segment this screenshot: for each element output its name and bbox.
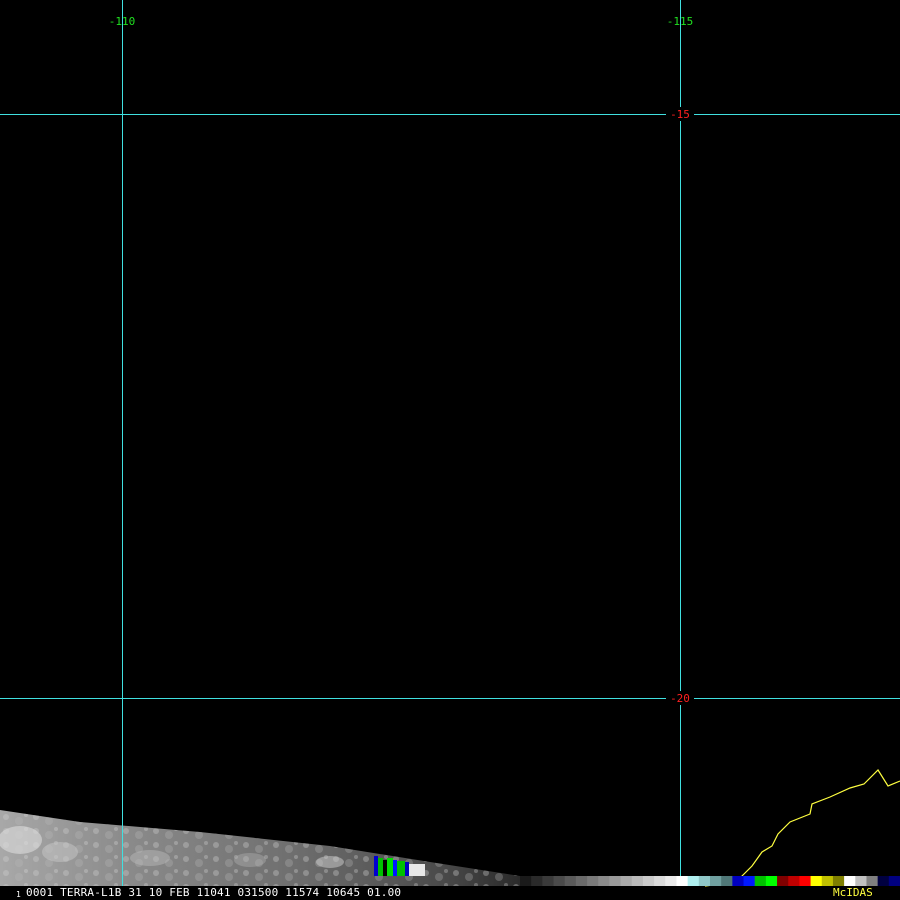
color-bar-segment (821, 876, 834, 886)
color-bar-segment (553, 876, 566, 886)
color-bar-segment (531, 876, 543, 886)
color-bar-segment (631, 876, 644, 886)
frame-number: 1 (16, 890, 21, 899)
color-bar-segment (654, 876, 666, 886)
color-bar-segment (609, 876, 622, 886)
color-bar-segment (743, 876, 756, 886)
mcidas-brand: McIDAS (833, 886, 873, 899)
color-bar-segment (542, 876, 555, 886)
latitude-label: -20 (670, 692, 690, 705)
color-bar-segment (810, 876, 823, 886)
color-bar-segment (620, 876, 633, 886)
color-bar-segment (721, 876, 733, 886)
color-bar-segment (564, 876, 577, 886)
color-bar-segment (710, 876, 722, 886)
color-bar-segment (888, 876, 900, 886)
color-bar-segment (587, 876, 599, 886)
image-header-bar: 1 0001 TERRA-L1B 31 10 FEB 11041 031500 … (0, 886, 900, 900)
color-bar-segment (642, 876, 655, 886)
color-bar-segment (732, 876, 745, 886)
map-background (0, 0, 900, 900)
color-bar-segment (665, 876, 677, 886)
satellite-map: -110 -115 -15 -20 (0, 0, 900, 900)
color-bar-segment (866, 876, 879, 886)
image-header-text: 0001 TERRA-L1B 31 10 FEB 11041 031500 11… (26, 886, 402, 899)
longitude-label: -110 (109, 15, 136, 28)
color-bar-segment (575, 876, 588, 886)
color-bar-segment (877, 876, 890, 886)
color-bar-segment (777, 876, 789, 886)
longitude-label: -115 (667, 15, 694, 28)
color-bar-segment (698, 876, 711, 886)
color-bar-segment (855, 876, 867, 886)
color-bar-segment (754, 876, 767, 886)
color-bar-segment (676, 876, 689, 886)
color-bar-segment (844, 876, 856, 886)
color-bar (520, 876, 900, 886)
color-bar-segment (765, 876, 778, 886)
color-bar-segment (687, 876, 700, 886)
latitude-label: -15 (670, 108, 690, 121)
color-bar-segment (832, 876, 845, 886)
color-bar-segment (520, 876, 532, 886)
color-bar-segment (799, 876, 812, 886)
color-bar-segment (788, 876, 800, 886)
color-bar-segment (598, 876, 610, 886)
